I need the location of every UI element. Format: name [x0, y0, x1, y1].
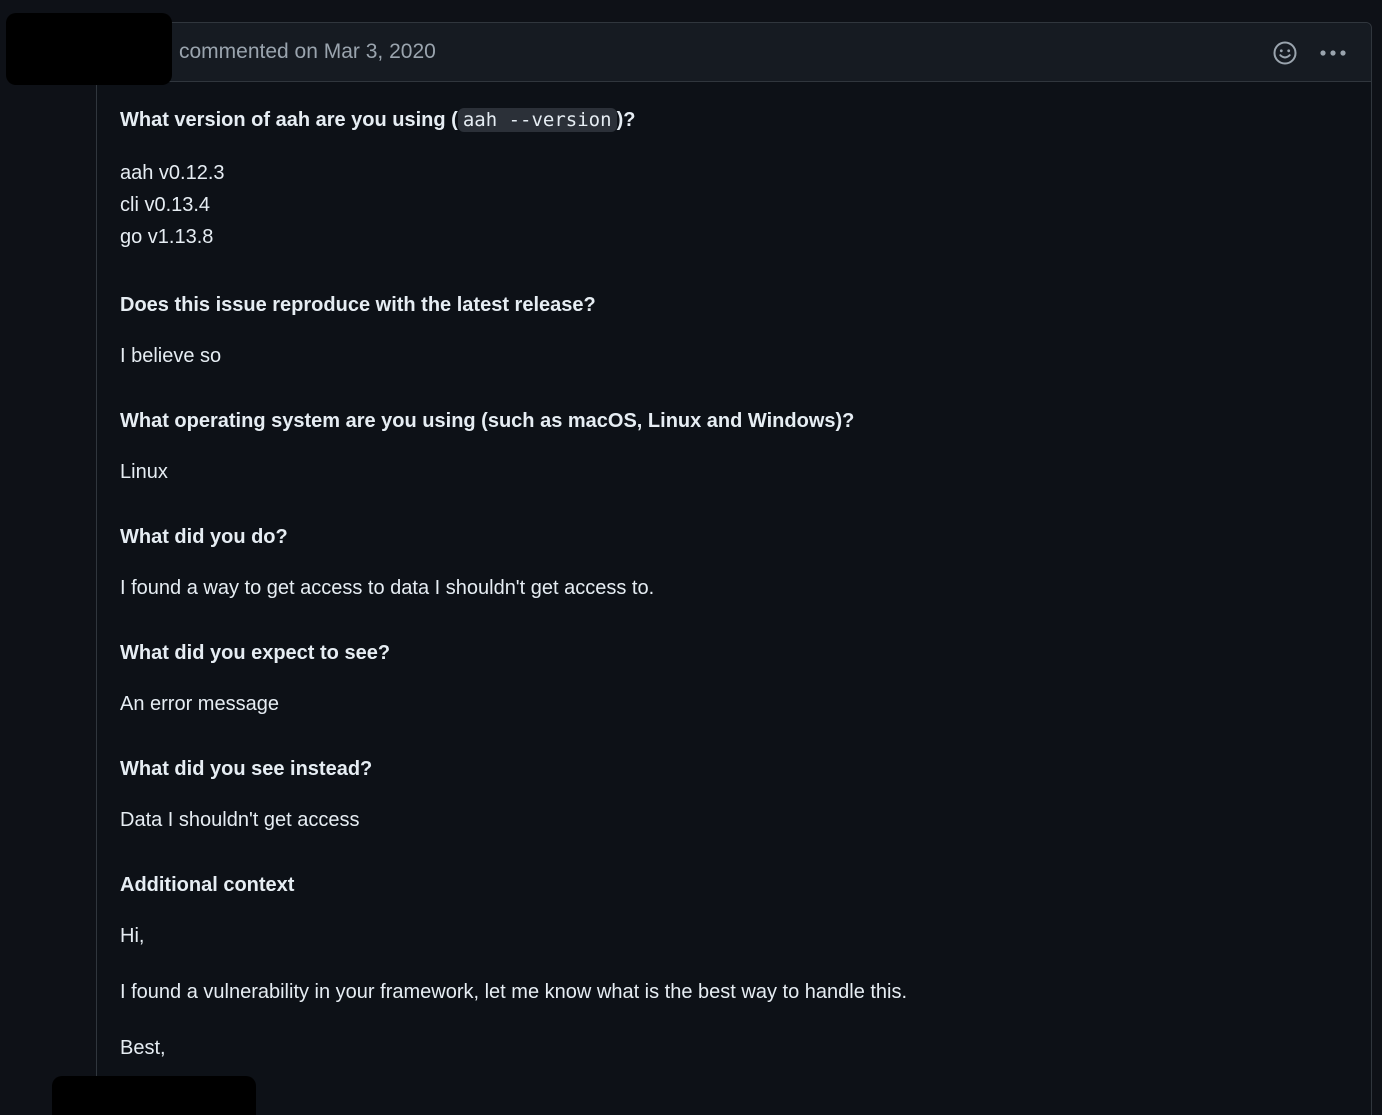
question-what-did-you-do: What did you do? — [120, 526, 288, 548]
inline-code: aah --version — [457, 108, 617, 132]
comment-body: What version of aah are you using (aah -… — [120, 103, 1340, 1064]
answer-what-did-you-do: I found a way to get access to data I sh… — [120, 577, 655, 599]
redacted-signature — [52, 1076, 256, 1115]
kebab-horizontal-icon[interactable] — [1319, 39, 1347, 67]
question-operating-system: What operating system are you using (suc… — [120, 410, 855, 432]
context-message: I found a vulnerability in your framewor… — [120, 981, 908, 1003]
comment-header: commented on Mar 3, 2020 — [97, 23, 1371, 82]
page: commented on Mar 3, 2020 What version of… — [0, 0, 1382, 1115]
answer-expected: An error message — [120, 693, 279, 715]
version-line: cli v0.13.4 — [120, 194, 211, 216]
context-greeting: Hi, — [120, 925, 145, 947]
answer-version: aah v0.12.3 cli v0.13.4 go v1.13.8 — [120, 157, 1340, 253]
version-line: go v1.13.8 — [120, 226, 214, 248]
answer-actual: Data I shouldn't get access — [120, 809, 360, 831]
redacted-avatar-username — [6, 13, 172, 85]
context-signoff: Best, — [120, 1037, 166, 1059]
comment-meta: commented on Mar 3, 2020 — [179, 40, 436, 63]
answer-operating-system: Linux — [120, 461, 168, 483]
smiley-icon[interactable] — [1271, 39, 1299, 67]
question-version: What version of aah are you using (aah -… — [120, 108, 636, 132]
question-actual: What did you see instead? — [120, 758, 373, 780]
issue-comment: commented on Mar 3, 2020 What version of… — [96, 22, 1372, 1115]
comment-actions — [1271, 39, 1347, 67]
answer-latest-release: I believe so — [120, 345, 222, 367]
version-line: aah v0.12.3 — [120, 162, 225, 184]
question-expected: What did you expect to see? — [120, 642, 391, 664]
question-additional-context: Additional context — [120, 874, 295, 896]
question-latest-release: Does this issue reproduce with the lates… — [120, 294, 596, 316]
